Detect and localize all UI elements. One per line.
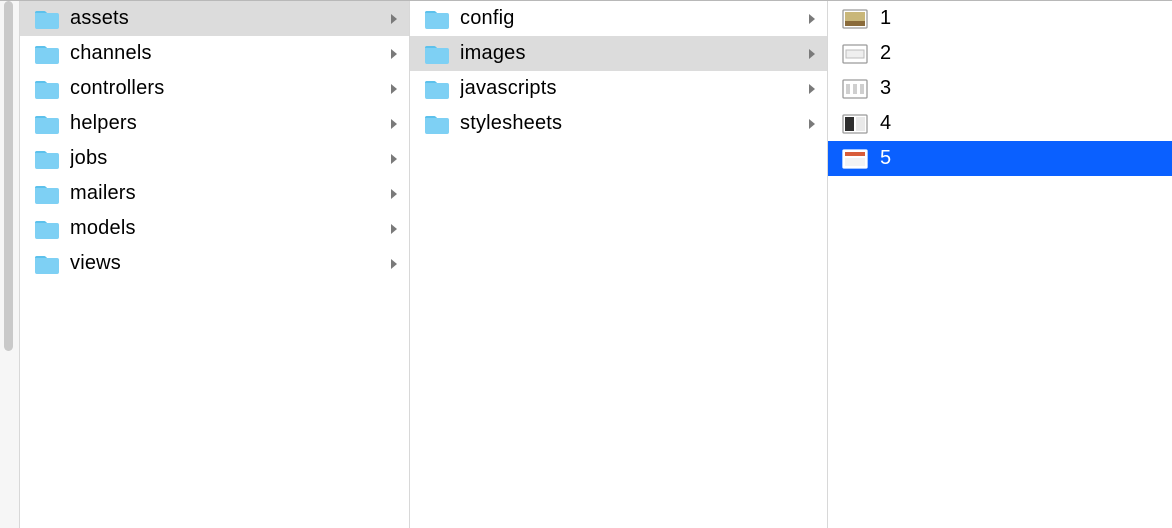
image-file-icon [842,114,868,134]
column-2: config images javascripts stylesheets [410,1,828,528]
item-label: channels [70,42,383,65]
chevron-right-icon [389,188,399,200]
item-label: 4 [880,112,1162,135]
folder-icon [34,253,60,275]
folder-row[interactable]: jobs [20,141,409,176]
item-label: 1 [880,7,1162,30]
item-label: controllers [70,77,383,100]
file-row[interactable]: 3 [828,71,1172,106]
item-label: 5 [880,147,1162,170]
folder-row[interactable]: images [410,36,827,71]
folder-icon [34,148,60,170]
item-label: 2 [880,42,1162,65]
folder-icon [34,113,60,135]
chevron-right-icon [389,13,399,25]
image-file-icon [842,79,868,99]
chevron-right-icon [389,153,399,165]
chevron-right-icon [389,258,399,270]
item-label: views [70,252,383,275]
file-row[interactable]: 5 [828,141,1172,176]
chevron-right-icon [389,83,399,95]
image-file-icon [842,9,868,29]
folder-icon [424,43,450,65]
item-label: javascripts [460,77,801,100]
item-label: config [460,7,801,30]
image-file-icon [842,149,868,169]
chevron-right-icon [389,48,399,60]
folder-icon [34,43,60,65]
file-row[interactable]: 1 [828,1,1172,36]
folder-icon [34,78,60,100]
item-label: helpers [70,112,383,135]
item-label: models [70,217,383,240]
folder-icon [34,8,60,30]
item-label: mailers [70,182,383,205]
folder-row[interactable]: config [410,1,827,36]
item-label: assets [70,7,383,30]
folder-row[interactable]: assets [20,1,409,36]
column-1: assets channels controllers helpers jobs mail… [20,1,410,528]
column-3: 1 2 3 4 5 [828,1,1172,528]
image-file-icon [842,44,868,64]
chevron-right-icon [807,13,817,25]
finder-column-view: assets channels controllers helpers jobs mail… [0,0,1172,528]
folder-row[interactable]: stylesheets [410,106,827,141]
folder-row[interactable]: mailers [20,176,409,211]
chevron-right-icon [807,118,817,130]
chevron-right-icon [389,118,399,130]
item-label: images [460,42,801,65]
folder-row[interactable]: javascripts [410,71,827,106]
folder-icon [34,183,60,205]
folder-row[interactable]: views [20,246,409,281]
folder-icon [424,8,450,30]
chevron-right-icon [807,48,817,60]
item-label: stylesheets [460,112,801,135]
folder-row[interactable]: models [20,211,409,246]
chevron-right-icon [807,83,817,95]
item-label: jobs [70,147,383,170]
file-row[interactable]: 4 [828,106,1172,141]
scrollbar-gutter[interactable] [0,1,20,528]
folder-icon [34,218,60,240]
item-label: 3 [880,77,1162,100]
folder-icon [424,113,450,135]
chevron-right-icon [389,223,399,235]
folder-icon [424,78,450,100]
folder-row[interactable]: channels [20,36,409,71]
folder-row[interactable]: controllers [20,71,409,106]
file-row[interactable]: 2 [828,36,1172,71]
folder-row[interactable]: helpers [20,106,409,141]
